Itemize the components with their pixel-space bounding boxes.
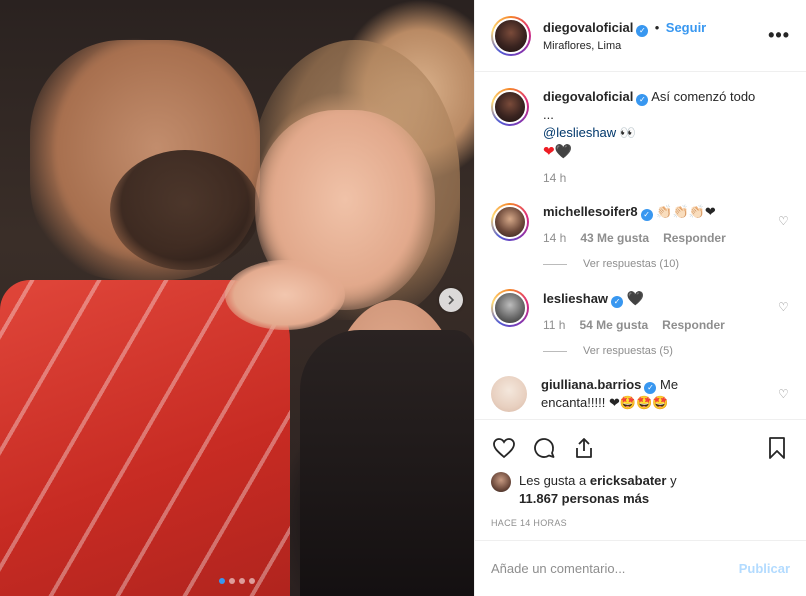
action-icons bbox=[491, 428, 790, 468]
verified-icon: ✓ bbox=[636, 94, 649, 106]
replies-line bbox=[543, 263, 567, 265]
caption-mention[interactable]: @leslieshaw bbox=[543, 125, 616, 140]
liker-avatar[interactable] bbox=[491, 472, 511, 492]
heart-icon[interactable] bbox=[491, 435, 517, 461]
eyes-emoji: 👀 bbox=[619, 125, 636, 140]
avatar-image bbox=[493, 17, 529, 54]
comment-body: leslieshaw ✓ 🖤 11 h 54 Me gusta Responder… bbox=[543, 289, 790, 360]
comment-time[interactable]: 11 h bbox=[543, 316, 565, 334]
caption: diegovaloficial ✓ Así comenzó todo ... @l… bbox=[491, 88, 790, 187]
photo-region-shirt bbox=[0, 280, 290, 596]
publish-button[interactable]: Publicar bbox=[739, 561, 790, 576]
photo-region-hand bbox=[225, 260, 345, 330]
avatar-image bbox=[493, 291, 527, 325]
instagram-post: diegovaloficial ✓ • Seguir Miraflores, Li… bbox=[0, 0, 806, 596]
caption-time[interactable]: 14 h bbox=[543, 169, 566, 187]
likes-conj: y bbox=[670, 473, 677, 488]
comment-text-2: encanta!!!!! bbox=[541, 395, 606, 410]
likes-summary: Les gusta a ericksabater y 11.867 person… bbox=[491, 472, 790, 508]
comment-avatar[interactable] bbox=[491, 203, 529, 241]
comment-likes[interactable]: 43 Me gusta bbox=[580, 229, 649, 247]
photo-region-dress bbox=[300, 330, 474, 596]
comment-text: 👏🏻👏🏻👏🏻❤ bbox=[656, 204, 716, 219]
red-heart-emoji: ❤ bbox=[543, 143, 555, 159]
replies-line bbox=[543, 350, 567, 352]
likes-prefix: Les gusta a bbox=[519, 473, 587, 488]
post-header: diegovaloficial ✓ • Seguir Miraflores, Li… bbox=[475, 0, 806, 72]
caption-username[interactable]: diegovaloficial bbox=[543, 89, 633, 104]
comment-icon[interactable] bbox=[531, 435, 557, 461]
likes-count[interactable]: 11.867 personas más bbox=[519, 491, 649, 506]
comment-like-heart-icon[interactable]: ♡ bbox=[778, 388, 790, 400]
author-avatar[interactable] bbox=[491, 15, 531, 56]
verified-icon: ✓ bbox=[644, 382, 657, 394]
comments-list: diegovaloficial ✓ Así comenzó todo ... @l… bbox=[475, 72, 806, 419]
share-icon[interactable] bbox=[571, 435, 597, 461]
carousel-dots bbox=[0, 578, 474, 584]
comment-item: michellesoifer8 ✓ 👏🏻👏🏻👏🏻❤ 14 h 43 Me gust… bbox=[491, 203, 790, 273]
post-time[interactable]: HACE 14 HORAS bbox=[491, 518, 790, 528]
comment-item: leslieshaw ✓ 🖤 11 h 54 Me gusta Responder… bbox=[491, 289, 790, 360]
post-sidebar: diegovaloficial ✓ • Seguir Miraflores, Li… bbox=[474, 0, 806, 596]
verified-icon: ✓ bbox=[636, 24, 649, 37]
verified-icon: ✓ bbox=[640, 209, 653, 221]
view-replies-label: Ver respuestas (5) bbox=[583, 345, 673, 357]
author-info: diegovaloficial ✓ • Seguir Miraflores, Li… bbox=[543, 19, 768, 52]
avatar-image bbox=[493, 90, 527, 124]
photo-region-beard bbox=[110, 150, 260, 270]
header-separator: • bbox=[654, 20, 660, 35]
view-replies-label: Ver respuestas (10) bbox=[583, 258, 679, 270]
comment-like-heart-icon[interactable]: ♡ bbox=[778, 215, 790, 227]
comment-meta: 11 h 54 Me gusta Responder bbox=[543, 316, 762, 334]
add-comment-input[interactable] bbox=[491, 561, 739, 576]
verified-icon: ✓ bbox=[611, 296, 624, 308]
view-replies[interactable]: Ver respuestas (5) bbox=[543, 342, 762, 360]
comment-username[interactable]: giulliana.barrios bbox=[541, 377, 641, 392]
caption-meta: 14 h bbox=[543, 169, 762, 187]
follow-button[interactable]: Seguir bbox=[666, 20, 706, 35]
carousel-dot[interactable] bbox=[239, 578, 245, 584]
comment-time[interactable]: 14 h bbox=[543, 229, 566, 247]
likes-text: Les gusta a ericksabater y 11.867 person… bbox=[519, 472, 677, 508]
carousel-dot[interactable] bbox=[219, 578, 225, 584]
comment-item: giulliana.barrios ✓ Me encanta!!!!! ❤🤩🤩🤩 … bbox=[491, 376, 790, 412]
liker-username[interactable]: ericksabater bbox=[590, 473, 667, 488]
comment-username[interactable]: michellesoifer8 bbox=[543, 204, 638, 219]
carousel-dot[interactable] bbox=[249, 578, 255, 584]
comment-text: Me bbox=[660, 377, 679, 392]
more-options-icon[interactable]: ••• bbox=[768, 25, 790, 46]
view-replies[interactable]: Ver respuestas (10) bbox=[543, 255, 762, 273]
comment-avatar[interactable] bbox=[491, 289, 529, 327]
reply-button[interactable]: Responder bbox=[663, 229, 726, 247]
comment-like-heart-icon[interactable]: ♡ bbox=[778, 301, 790, 313]
comment-emojis: ❤🤩🤩🤩 bbox=[608, 395, 669, 410]
comment-username[interactable]: leslieshaw bbox=[543, 291, 608, 306]
caption-avatar[interactable] bbox=[491, 88, 529, 126]
add-comment-bar: Publicar bbox=[475, 540, 806, 596]
author-username[interactable]: diegovaloficial bbox=[543, 20, 633, 35]
comment-body: giulliana.barrios ✓ Me encanta!!!!! ❤🤩🤩🤩 bbox=[541, 376, 790, 412]
avatar-image bbox=[493, 205, 527, 239]
comment-meta: 14 h 43 Me gusta Responder bbox=[543, 229, 762, 247]
comment-text: 🖤 bbox=[626, 290, 645, 306]
carousel-next-button[interactable] bbox=[439, 288, 463, 312]
post-location[interactable]: Miraflores, Lima bbox=[543, 40, 768, 52]
post-actions: Les gusta a ericksabater y 11.867 person… bbox=[475, 419, 806, 540]
carousel-dot[interactable] bbox=[229, 578, 235, 584]
reply-button[interactable]: Responder bbox=[662, 316, 725, 334]
comment-avatar[interactable] bbox=[491, 376, 527, 412]
post-photo[interactable] bbox=[0, 0, 474, 596]
chevron-right-icon bbox=[448, 295, 455, 305]
black-heart-emoji: 🖤 bbox=[554, 143, 573, 159]
caption-body: diegovaloficial ✓ Así comenzó todo ... @l… bbox=[543, 88, 790, 187]
bookmark-icon[interactable] bbox=[764, 435, 790, 461]
comment-body: michellesoifer8 ✓ 👏🏻👏🏻👏🏻❤ 14 h 43 Me gust… bbox=[543, 203, 790, 273]
comment-likes[interactable]: 54 Me gusta bbox=[579, 316, 648, 334]
